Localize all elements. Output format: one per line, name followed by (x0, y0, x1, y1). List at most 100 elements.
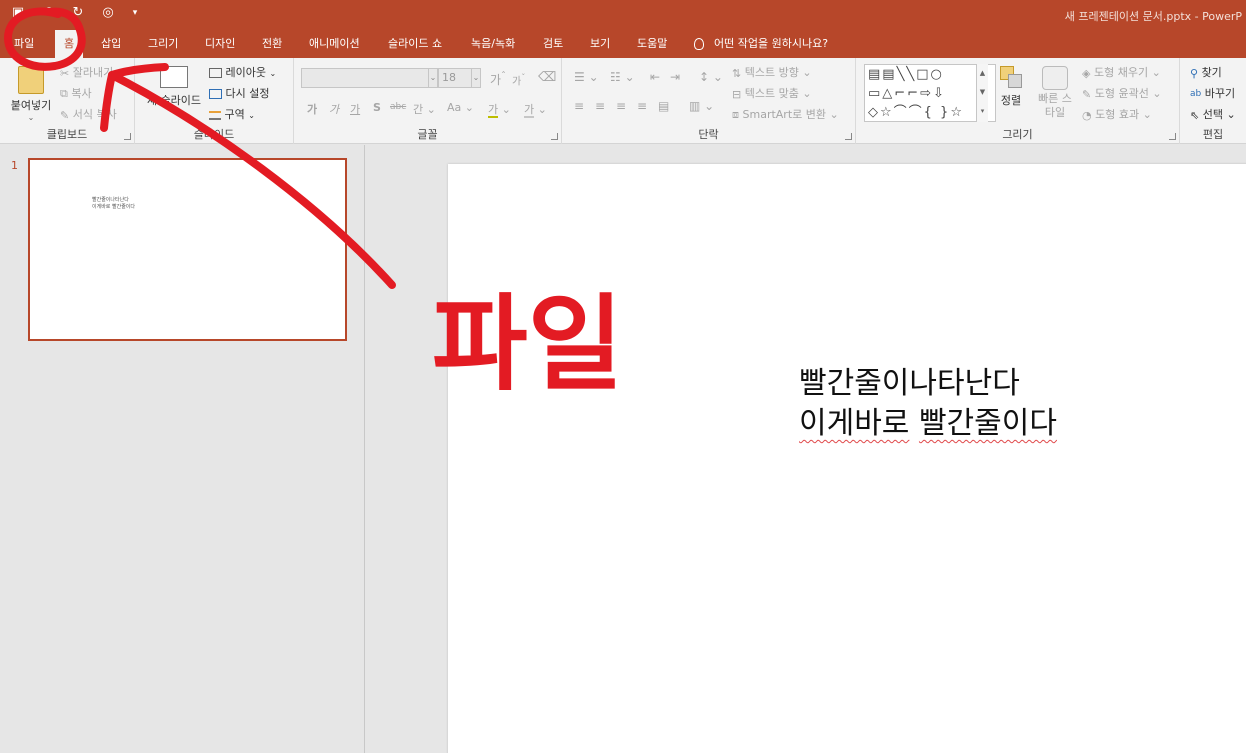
ribbon-tabs: 파일 홈 삽입 그리기 디자인 전환 애니메이션 슬라이드 쇼 녹음/녹화 검토… (0, 30, 1246, 58)
paint-bucket-icon: ◈ (1082, 66, 1091, 80)
tab-record[interactable]: 녹음/녹화 (471, 30, 515, 58)
bullets-icon[interactable]: ☰ ⌄ (574, 70, 599, 84)
italic-button[interactable]: 가 (329, 101, 339, 117)
font-size-box[interactable]: 18 (438, 68, 472, 88)
paragraph-group-label: 단락 (698, 128, 719, 141)
layout-icon (209, 68, 222, 78)
tell-me-text: 어떤 작업을 원하시나요? (714, 37, 829, 50)
paragraph-group: ☰ ⌄ ☷ ⌄ ⇤ ⇥ ↕ ⌄ ≡ ≡ ≡ ≡ ▤ ▥ ⌄ ⇅ 텍스트 방향 ⌄… (562, 58, 856, 144)
align-center-icon[interactable]: ≡ (595, 99, 605, 113)
arrange-button[interactable]: 정렬 (996, 66, 1026, 108)
tab-review[interactable]: 검토 (543, 30, 563, 58)
font-color-button[interactable]: 가 ⌄ (524, 101, 547, 118)
tab-view[interactable]: 보기 (590, 30, 610, 58)
font-launcher-icon[interactable] (551, 133, 558, 140)
shape-effects-button[interactable]: ◔ 도형 효과 ⌄ (1082, 106, 1152, 122)
new-slide-icon (160, 66, 188, 88)
align-right-icon[interactable]: ≡ (616, 99, 626, 113)
slide-textbox[interactable]: 빨간줄이나타난다 이게바로 빨간줄이다 (799, 364, 1057, 444)
reset-button[interactable]: 다시 설정 (209, 85, 269, 101)
slide-text-line-2: 이게바로 빨간줄이다 (799, 406, 1057, 441)
increase-indent-icon[interactable]: ⇥ (670, 70, 680, 84)
text-direction-button[interactable]: ⇅ 텍스트 방향 ⌄ (732, 64, 812, 80)
shrink-font-button[interactable]: 가ˇ (512, 72, 525, 87)
layout-button[interactable]: 레이아웃 ⌄ (209, 64, 276, 80)
tab-help[interactable]: 도움말 (637, 30, 667, 58)
ribbon: 붙여넣기 ⌄ ✂ 잘라내기 ⧉ 복사 ✎ 서식 복사 클립보드 새 슬라이드 레… (0, 58, 1246, 144)
tab-design[interactable]: 디자인 (205, 30, 235, 58)
line-spacing-icon[interactable]: ↕ ⌄ (699, 70, 723, 84)
distribute-icon[interactable]: ▤ (658, 99, 669, 113)
columns-icon[interactable]: ▥ ⌄ (689, 99, 714, 113)
redo-icon[interactable]: ↻ (70, 5, 86, 21)
paste-button[interactable]: 붙여넣기 ⌄ (8, 66, 54, 122)
format-painter-button[interactable]: ✎ 서식 복사 (60, 106, 117, 122)
paste-icon (18, 66, 44, 94)
font-group-label: 글꼴 (417, 128, 438, 141)
font-size-dropdown-icon[interactable]: ⌄ (471, 68, 481, 88)
smartart-icon: ⧈ (732, 108, 739, 121)
brush-icon: ✎ (60, 108, 70, 122)
underline-button[interactable]: 가 (350, 101, 360, 117)
select-button[interactable]: ⇖ 선택 ⌄ (1190, 106, 1236, 122)
shapes-scroll[interactable]: ▲ ▼ ▾ (976, 64, 988, 122)
change-case-button[interactable]: Aa ⌄ (447, 101, 474, 114)
tab-insert[interactable]: 삽입 (101, 30, 121, 58)
strikethrough-button[interactable]: abc (390, 102, 406, 112)
char-spacing-button[interactable]: 간 ⌄ (413, 101, 436, 117)
drawing-launcher-icon[interactable] (1169, 133, 1176, 140)
font-name-dropdown-icon[interactable]: ⌄ (428, 68, 438, 88)
paste-dropdown-icon[interactable]: ⌄ (8, 113, 54, 122)
tell-me-box[interactable]: 어떤 작업을 원하시나요? (694, 30, 828, 58)
paragraph-launcher-icon[interactable] (845, 133, 852, 140)
text-direction-icon: ⇅ (732, 66, 742, 80)
tab-home[interactable]: 홈 (55, 30, 84, 58)
shape-outline-button[interactable]: ✎ 도형 윤곽선 ⌄ (1082, 85, 1162, 101)
undo-icon[interactable]: ↶ (40, 5, 56, 21)
grow-font-button[interactable]: 가ˆ (490, 71, 506, 88)
copy-icon: ⧉ (60, 87, 68, 100)
section-icon (209, 110, 221, 120)
font-name-box[interactable] (301, 68, 429, 88)
clear-format-icon[interactable]: ⌫ (538, 70, 556, 85)
align-text-button[interactable]: ⊟ 텍스트 맞춤 ⌄ (732, 85, 812, 101)
new-slide-button[interactable]: 새 슬라이드 (143, 66, 205, 108)
align-text-icon: ⊟ (732, 87, 742, 101)
align-left-icon[interactable]: ≡ (574, 99, 584, 113)
tab-draw[interactable]: 그리기 (148, 30, 178, 58)
decrease-indent-icon[interactable]: ⇤ (650, 70, 660, 84)
editing-group-label: 편집 (1202, 128, 1224, 141)
shadow-button[interactable]: S (373, 101, 381, 114)
tab-slideshow[interactable]: 슬라이드 쇼 (388, 30, 442, 58)
customize-icon[interactable]: ▾ (130, 5, 140, 21)
present-icon[interactable]: ◎ (100, 5, 116, 21)
cursor-icon: ⇖ (1190, 108, 1200, 122)
slide-editor: 빨간줄이나타난다 이게바로 빨간줄이다 (366, 145, 1246, 753)
current-slide[interactable]: 빨간줄이나타난다 이게바로 빨간줄이다 (448, 164, 1246, 753)
smartart-button[interactable]: ⧈ SmartArt로 변환 ⌄ (732, 106, 839, 122)
shape-fill-button[interactable]: ◈ 도형 채우기 ⌄ (1082, 64, 1161, 80)
slide-thumbnail[interactable]: 빨간줄이나타난다 이게바로 빨간줄이다 (28, 158, 347, 341)
slides-group-label: 슬라이드 (193, 128, 235, 141)
clipboard-launcher-icon[interactable] (124, 133, 131, 140)
bold-button[interactable]: 가 (307, 101, 317, 117)
slide-thumbnails-pane: 1 빨간줄이나타난다 이게바로 빨간줄이다 (0, 145, 365, 753)
find-button[interactable]: ⚲ 찾기 (1190, 64, 1222, 80)
replace-button[interactable]: ab 바꾸기 (1190, 85, 1235, 101)
tab-animations[interactable]: 애니메이션 (309, 30, 360, 58)
reset-icon (209, 89, 222, 99)
numbering-icon[interactable]: ☷ ⌄ (610, 70, 635, 84)
quick-styles-button[interactable]: 빠른 스타일 (1032, 66, 1078, 120)
font-group: ⌄ 18 ⌄ 가ˆ 가ˇ ⌫ 가 가 가 S abc 간 ⌄ Aa ⌄ 가 ⌄ … (294, 58, 562, 144)
tab-file[interactable]: 파일 (14, 30, 34, 58)
quick-access-toolbar: ▣ ↶ ↻ ◎ ▾ (10, 5, 140, 21)
save-icon[interactable]: ▣ (10, 5, 26, 21)
thumbnail-text: 빨간줄이나타난다 이게바로 빨간줄이다 (92, 197, 135, 210)
tab-transitions[interactable]: 전환 (262, 30, 282, 58)
drawing-group: ▤▤╲╲□○ ▭△⌐⌐⇨⇩ ◇☆⌒⌒{ }☆ ▲ ▼ ▾ 정렬 빠른 스타일 ◈ 도… (856, 58, 1180, 144)
justify-icon[interactable]: ≡ (637, 99, 647, 113)
copy-button[interactable]: ⧉ 복사 (60, 85, 92, 101)
cut-button[interactable]: ✂ 잘라내기 (60, 64, 113, 80)
highlight-button[interactable]: 가 ⌄ (488, 101, 511, 118)
section-button[interactable]: 구역 ⌄ (209, 106, 255, 122)
